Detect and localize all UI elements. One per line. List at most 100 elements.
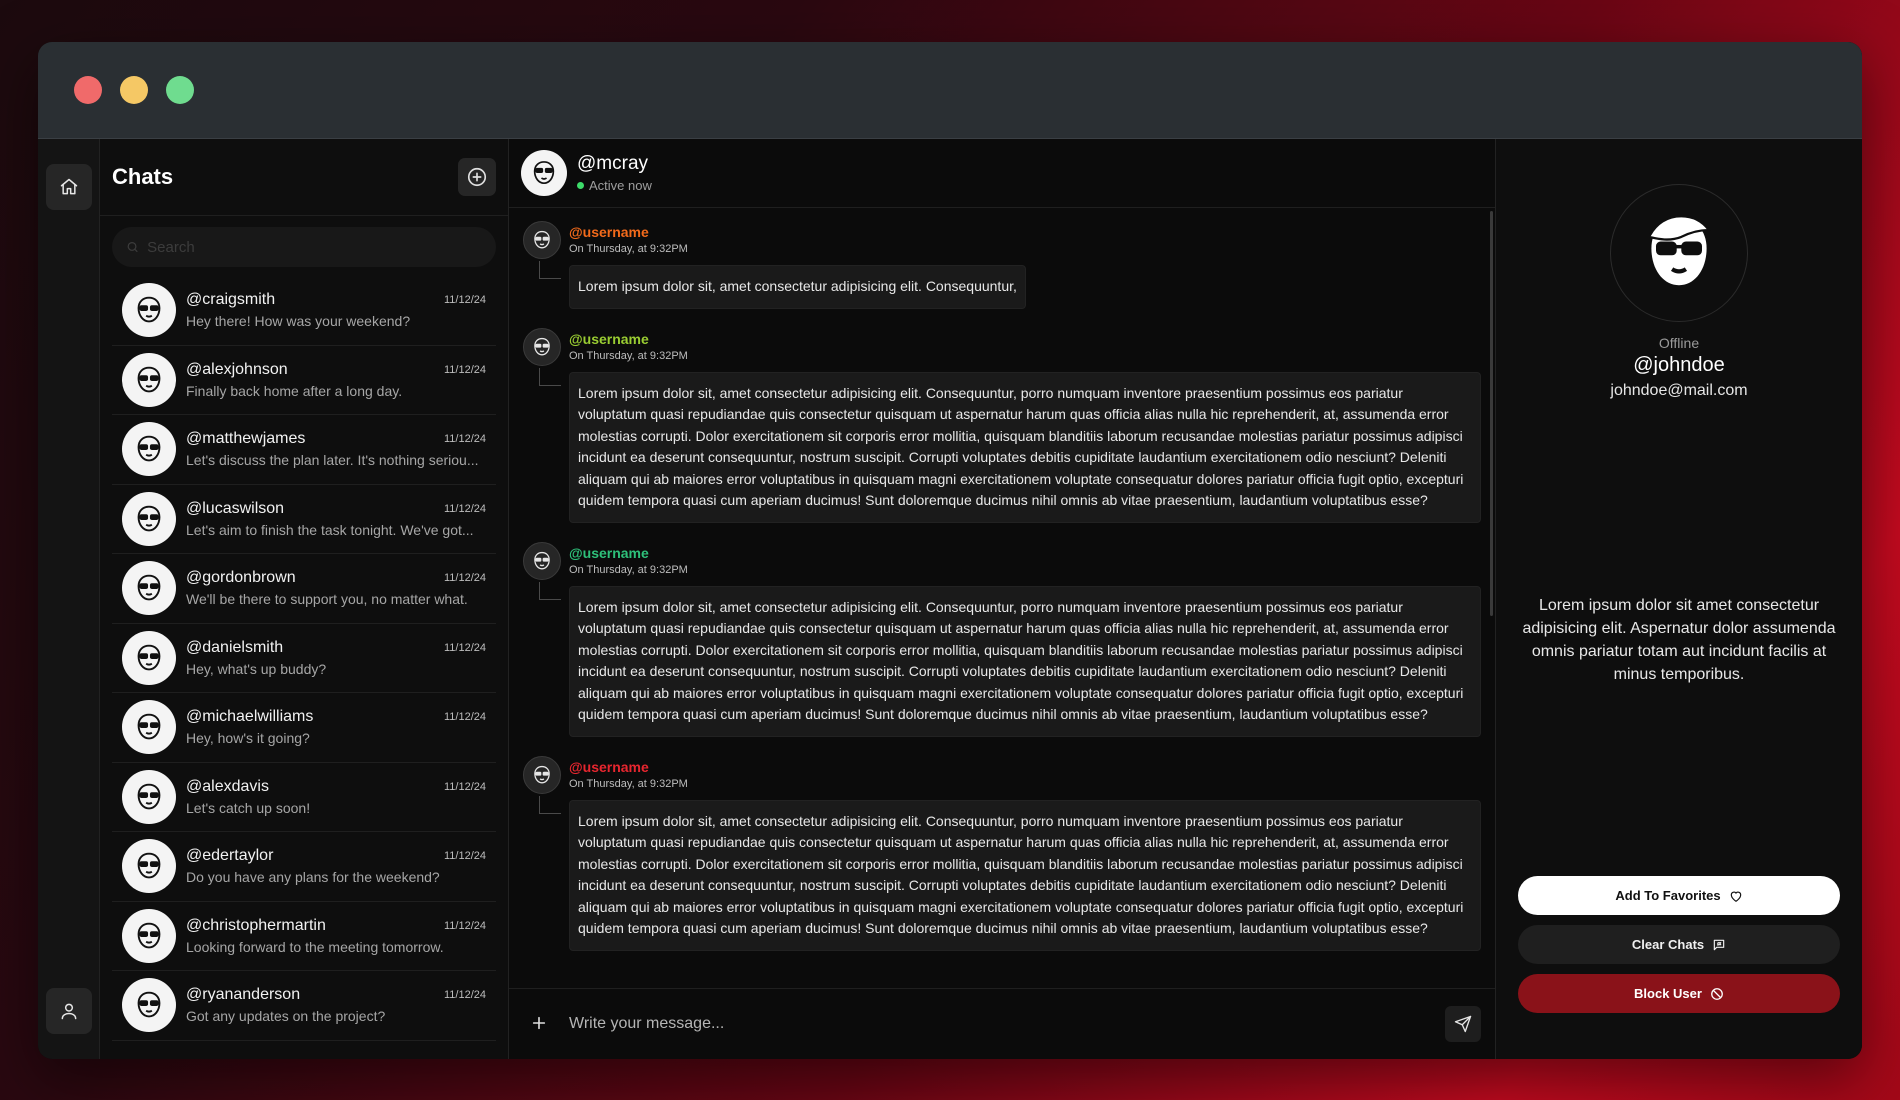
conversation-header: @mcray Active now xyxy=(509,139,1495,208)
chat-date: 11/12/24 xyxy=(443,502,486,515)
message-avatar[interactable] xyxy=(523,327,561,366)
chat-list-item[interactable]: @michaelwilliams 11/12/24 Hey, how's it … xyxy=(112,693,496,763)
chat-list-header: Chats xyxy=(100,139,508,216)
chat-list-item[interactable]: @ryananderson 11/12/24 Got any updates o… xyxy=(112,971,496,1041)
avatar-icon xyxy=(137,366,161,393)
avatar xyxy=(122,839,176,894)
profile-button[interactable] xyxy=(46,988,92,1034)
chat-name: @edertaylor xyxy=(186,847,274,865)
message-username[interactable]: @username xyxy=(569,545,688,561)
chat-date: 11/12/24 xyxy=(443,641,486,654)
new-chat-button[interactable] xyxy=(458,158,496,196)
message-bubble: Lorem ipsum dolor sit, amet consectetur … xyxy=(569,799,1481,951)
chat-list-item[interactable]: @alexjohnson 11/12/24 Finally back home … xyxy=(112,346,496,415)
scrollbar[interactable] xyxy=(1490,211,1493,616)
message-bubble: Lorem ipsum dolor sit, amet consectetur … xyxy=(569,585,1481,737)
chat-list-item[interactable]: @craigsmith 11/12/24 Hey there! How was … xyxy=(112,276,496,346)
avatar xyxy=(122,700,176,755)
chat-list-item[interactable]: @matthewjames 11/12/24 Let's discuss the… xyxy=(112,415,496,485)
avatar-icon xyxy=(137,852,161,879)
message: @username On Thursday, at 9:32PM Lorem i… xyxy=(523,755,1481,951)
attach-button[interactable] xyxy=(531,1011,549,1037)
chat-preview: Hey there! How was your weekend? xyxy=(186,313,411,330)
chat-list-item[interactable]: @lucaswilson 11/12/24 Let's aim to finis… xyxy=(112,485,496,554)
chat-name: @lucaswilson xyxy=(186,499,285,517)
plus-circle-icon xyxy=(467,167,487,187)
block-user-button[interactable]: Block User xyxy=(1518,974,1840,1013)
clear-chats-label: Clear Chats xyxy=(1631,937,1705,952)
avatar-icon xyxy=(534,551,550,569)
chat-name: @alexdavis xyxy=(186,777,269,795)
nav-rail xyxy=(38,139,100,1059)
search-input[interactable] xyxy=(147,238,482,256)
message-thread[interactable]: @username On Thursday, at 9:32PM Lorem i… xyxy=(509,208,1495,988)
conversation-avatar[interactable] xyxy=(521,150,567,196)
avatar xyxy=(122,352,176,407)
chat-list-item[interactable]: @edertaylor 11/12/24 Do you have any pla… xyxy=(112,832,496,902)
message-avatar[interactable] xyxy=(523,541,561,580)
avatar-icon xyxy=(137,505,161,532)
chat-name: @danielsmith xyxy=(186,638,284,656)
avatar-icon xyxy=(137,783,161,810)
avatar-icon xyxy=(137,296,161,323)
conversation-username: @mcray xyxy=(577,153,649,174)
minimize-window-button[interactable] xyxy=(120,76,148,104)
message-username[interactable]: @username xyxy=(569,224,688,240)
chat-list-item[interactable]: @danielsmith 11/12/24 Hey, what's up bud… xyxy=(112,624,496,693)
chat-list-item[interactable]: @christophermartin 11/12/24 Looking forw… xyxy=(112,902,496,971)
search-icon xyxy=(127,242,138,252)
chat-date: 11/12/24 xyxy=(443,850,486,863)
chat-date: 11/12/24 xyxy=(443,294,486,307)
avatar-icon xyxy=(137,435,161,462)
chat-date: 11/12/24 xyxy=(443,363,486,376)
send-button[interactable] xyxy=(1445,1006,1481,1042)
profile-email: johndoe@mail.com xyxy=(1610,382,1748,399)
maximize-window-button[interactable] xyxy=(166,76,194,104)
avatar xyxy=(122,491,176,546)
chat-list-panel: Chats @craigsmith 11/12/24 Hey there! Ho… xyxy=(100,139,509,1059)
message: @username On Thursday, at 9:32PM Lorem i… xyxy=(523,541,1481,737)
avatar-icon xyxy=(137,991,161,1018)
chat-date: 11/12/24 xyxy=(443,572,486,585)
avatar-icon xyxy=(137,713,161,740)
chat-date: 11/12/24 xyxy=(443,989,486,1002)
chat-date: 11/12/24 xyxy=(443,711,486,724)
chat-name: @michaelwilliams xyxy=(186,708,314,726)
add-to-favorites-button[interactable]: Add To Favorites xyxy=(1518,876,1840,915)
chat-name: @craigsmith xyxy=(186,291,276,309)
chat-list-item[interactable]: @gordonbrown 11/12/24 We'll be there to … xyxy=(112,554,496,624)
avatar xyxy=(122,769,176,824)
send-icon xyxy=(1454,1015,1472,1033)
avatar-icon xyxy=(533,161,555,185)
message-input[interactable] xyxy=(569,1015,1425,1033)
avatar xyxy=(122,422,176,477)
message-avatar[interactable] xyxy=(523,221,561,259)
title-bar xyxy=(38,42,1862,139)
thread-connector xyxy=(539,261,561,279)
user-icon xyxy=(61,1003,77,1020)
chat-list-title: Chats xyxy=(112,164,174,189)
avatar-icon xyxy=(534,337,550,355)
close-window-button[interactable] xyxy=(74,76,102,104)
message-avatar[interactable] xyxy=(523,755,561,794)
search-box xyxy=(112,227,496,267)
message-username[interactable]: @username xyxy=(569,331,688,347)
chat-list-item[interactable]: @alexdavis 11/12/24 Let's catch up soon! xyxy=(112,763,496,832)
message: @username On Thursday, at 9:32PM Lorem i… xyxy=(523,327,1481,523)
chat-preview: We'll be there to support you, no matter… xyxy=(186,591,468,608)
message-username[interactable]: @username xyxy=(569,759,688,775)
home-button[interactable] xyxy=(46,164,92,210)
chat-items: @craigsmith 11/12/24 Hey there! How was … xyxy=(100,276,508,1059)
clear-chats-button[interactable]: Clear Chats xyxy=(1518,925,1840,964)
plus-icon xyxy=(532,1016,546,1030)
chat-name: @ryananderson xyxy=(186,986,301,1004)
profile-panel: Offline @johndoe johndoe@mail.com Lorem … xyxy=(1496,139,1862,1059)
profile-bio: Lorem ipsum dolor sit amet consectetur a… xyxy=(1522,597,1836,683)
thread-connector xyxy=(539,795,561,814)
message-composer xyxy=(509,988,1495,1059)
ban-icon xyxy=(1711,987,1723,1000)
avatar-icon xyxy=(534,230,550,249)
avatar xyxy=(122,283,176,338)
chat-preview: Hey, what's up buddy? xyxy=(186,660,327,677)
avatar xyxy=(122,630,176,685)
